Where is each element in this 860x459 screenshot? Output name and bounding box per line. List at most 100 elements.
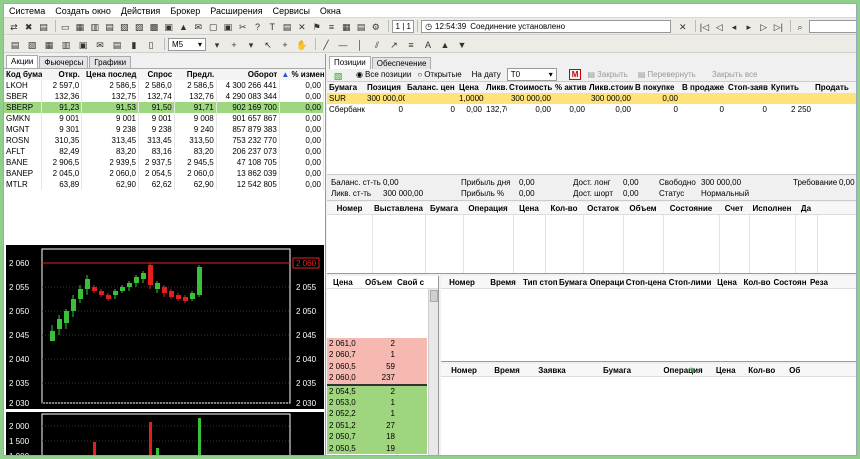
quote-row[interactable]: ROSN 310,35 313,45 313,45 313,50 753 232 770 0…	[4, 135, 325, 146]
chart-props-icon[interactable]: ▤	[110, 38, 124, 50]
orders-col-header[interactable]: Объем	[623, 204, 663, 213]
positions-icon[interactable]: ▨	[133, 20, 145, 32]
menu-actions[interactable]: Действия	[116, 6, 165, 16]
orders-col-header[interactable]: Цена	[513, 204, 545, 213]
chart-new-icon[interactable]: ▤	[8, 38, 22, 50]
trades-col-header[interactable]: Номер	[441, 366, 487, 375]
stop-col-header[interactable]: Операци	[589, 278, 625, 287]
quotes-col-header[interactable]: Предл.	[174, 69, 217, 80]
positions-col-header[interactable]: Ликв.	[484, 82, 507, 93]
chart-print-icon[interactable]: ▣	[76, 38, 90, 50]
bid-row[interactable]: 2 054,5 2	[327, 384, 427, 398]
crosshair-icon[interactable]: +	[278, 38, 292, 50]
text-icon[interactable]: T	[266, 20, 278, 32]
folder-icon[interactable]: ▤	[38, 20, 50, 32]
chart-mail-icon[interactable]: ✉	[93, 38, 107, 50]
indicator-icon[interactable]: ▾	[210, 38, 224, 50]
menu-windows[interactable]: Окна	[315, 6, 346, 16]
price-chart-canvas[interactable]: 2 060 2 055 2 050 2 045 2 040 2 035 2 030 2 060…	[6, 245, 324, 409]
bid-row[interactable]: 2 050,5 19	[327, 442, 427, 455]
tab-charts[interactable]: Графики	[89, 56, 132, 68]
ask-row[interactable]: 2 060,0 237	[327, 372, 427, 385]
disconnect-icon[interactable]: ✖	[23, 20, 35, 32]
stop-col-header[interactable]: Кол-во	[741, 278, 773, 287]
window-icon[interactable]: ▭	[59, 20, 71, 32]
quote-row[interactable]: SBER 132,36 132,75 132,74 132,76 4 290 083 34…	[4, 91, 325, 102]
trades-icon[interactable]: ▧	[118, 20, 130, 32]
positions-col-header[interactable]: Ликв.стоим	[587, 82, 633, 93]
trades-col-header[interactable]: Бумага	[577, 366, 657, 375]
fibo-icon[interactable]: ≡	[404, 38, 418, 50]
search-input[interactable]	[808, 19, 856, 33]
last-icon[interactable]: ▷|	[772, 20, 784, 32]
orders-col-header[interactable]: Кол-во	[545, 204, 583, 213]
channel-icon[interactable]: ⫽	[370, 38, 384, 50]
first-icon[interactable]: |◁	[699, 20, 711, 32]
quote-row[interactable]: MGNT 9 301 9 238 9 238 9 240 857 879 383 0,00	[4, 124, 325, 135]
bid-row[interactable]: 2 052,2 1	[327, 408, 427, 420]
stop-col-header[interactable]: Тип стоп-	[523, 278, 557, 287]
trades-col-header[interactable]: Кол-во	[744, 366, 780, 375]
volume-chart-canvas[interactable]: 2 000 1 500 1 000	[6, 412, 324, 456]
tab-stocks[interactable]: Акции	[6, 55, 39, 68]
quotes-col-header[interactable]: Код бума	[4, 69, 42, 80]
add-dropdown-icon[interactable]: ▾	[244, 38, 258, 50]
up-arrow-icon[interactable]: ▲	[438, 38, 452, 50]
list-icon[interactable]: ≡	[326, 20, 338, 32]
calc-icon[interactable]: ▤	[281, 20, 293, 32]
chart-copy-icon[interactable]: ▥	[59, 38, 73, 50]
positions-col-header[interactable]: Цена	[457, 82, 484, 93]
quote-row[interactable]: BANEP 2 045,0 2 060,0 2 054,5 2 060,0 13 862 …	[4, 168, 325, 179]
book-icon[interactable]: ▣	[163, 20, 175, 32]
cursor-icon[interactable]: ↖	[261, 38, 275, 50]
position-row[interactable]: SUR300 000,001,0000000300 000,00300 000,…	[327, 93, 856, 104]
orders-col-header[interactable]: Да	[795, 204, 817, 213]
positions-col-header[interactable]: В продаже	[680, 82, 726, 93]
menu-extensions[interactable]: Расширения	[205, 6, 267, 16]
bid-row[interactable]: 2 051,2 27	[327, 419, 427, 432]
ask-row[interactable]: 2 060,5 59	[327, 360, 427, 373]
back-icon[interactable]: ◂	[728, 20, 740, 32]
trades-col-header[interactable]: Время	[487, 366, 527, 375]
quote-row[interactable]: AFLT 82,49 83,20 83,16 83,20 206 237 073 0,00	[4, 146, 325, 157]
orders-col-header[interactable]: Счет	[719, 204, 749, 213]
quotes-icon[interactable]: ▥	[89, 20, 101, 32]
chart-icon[interactable]: ▲	[178, 20, 190, 32]
chart-candles-icon[interactable]: ▯	[144, 38, 158, 50]
date-select[interactable]: T0 ▾	[506, 68, 557, 81]
news2-icon[interactable]: ▤	[355, 20, 367, 32]
positions-col-header[interactable]: Бумага	[327, 82, 365, 93]
scroll-thumb[interactable]	[430, 290, 438, 302]
settings-icon[interactable]: ⚙	[370, 20, 382, 32]
orders-col-header[interactable]: Остаток	[583, 204, 623, 213]
stop-col-header[interactable]: Реза	[807, 278, 831, 287]
quotes-col-header[interactable]: ▲ % измен.	[279, 69, 324, 80]
save-icon[interactable]: ▣	[222, 20, 234, 32]
positions-col-header[interactable]: В покупке	[633, 82, 680, 93]
radio-all-positions[interactable]: ◉ Все позиции	[356, 70, 411, 79]
menu-services[interactable]: Сервисы	[268, 6, 315, 16]
stop-col-header[interactable]: Бумага	[557, 278, 589, 287]
stop-col-header[interactable]: Стоп-лими	[667, 278, 713, 287]
quote-row[interactable]: MTLR 63,89 62,90 62,62 62,90 12 542 805 0,00	[4, 179, 325, 190]
arrow-icon[interactable]: ↗	[387, 38, 401, 50]
chart-save-icon[interactable]: ▦	[42, 38, 56, 50]
menu-system[interactable]: Система	[4, 6, 50, 16]
search-icon[interactable]: ⌕	[794, 20, 806, 32]
help-icon[interactable]: ?	[252, 20, 264, 32]
hand-icon[interactable]: ✋	[295, 38, 309, 50]
bid-row[interactable]: 2 050,7 18	[327, 431, 427, 443]
positions-col-header[interactable]: Стоимость	[507, 82, 553, 93]
orders-col-header[interactable]: Операция	[463, 204, 513, 213]
quotes-col-header[interactable]: Цена послед	[81, 69, 139, 80]
trades-col-header[interactable]: Операция	[657, 366, 709, 375]
stop-col-header[interactable]: Цена	[713, 278, 741, 287]
interval-select[interactable]: M5 ▾	[168, 37, 206, 51]
positions-col-header[interactable]: Баланс. цен	[405, 82, 457, 93]
position-row[interactable]: Сбербанк 0 0 0,00 132,76 0,00 0,00 0,00 0 0 0 2 250	[327, 104, 856, 115]
prev-icon[interactable]: ◁	[713, 20, 725, 32]
order-book-scrollbar[interactable]	[428, 289, 438, 455]
news-icon[interactable]: ✉	[192, 20, 204, 32]
text-tool-icon[interactable]: A	[421, 38, 435, 50]
trades-col-header[interactable]: Заявка	[527, 366, 577, 375]
